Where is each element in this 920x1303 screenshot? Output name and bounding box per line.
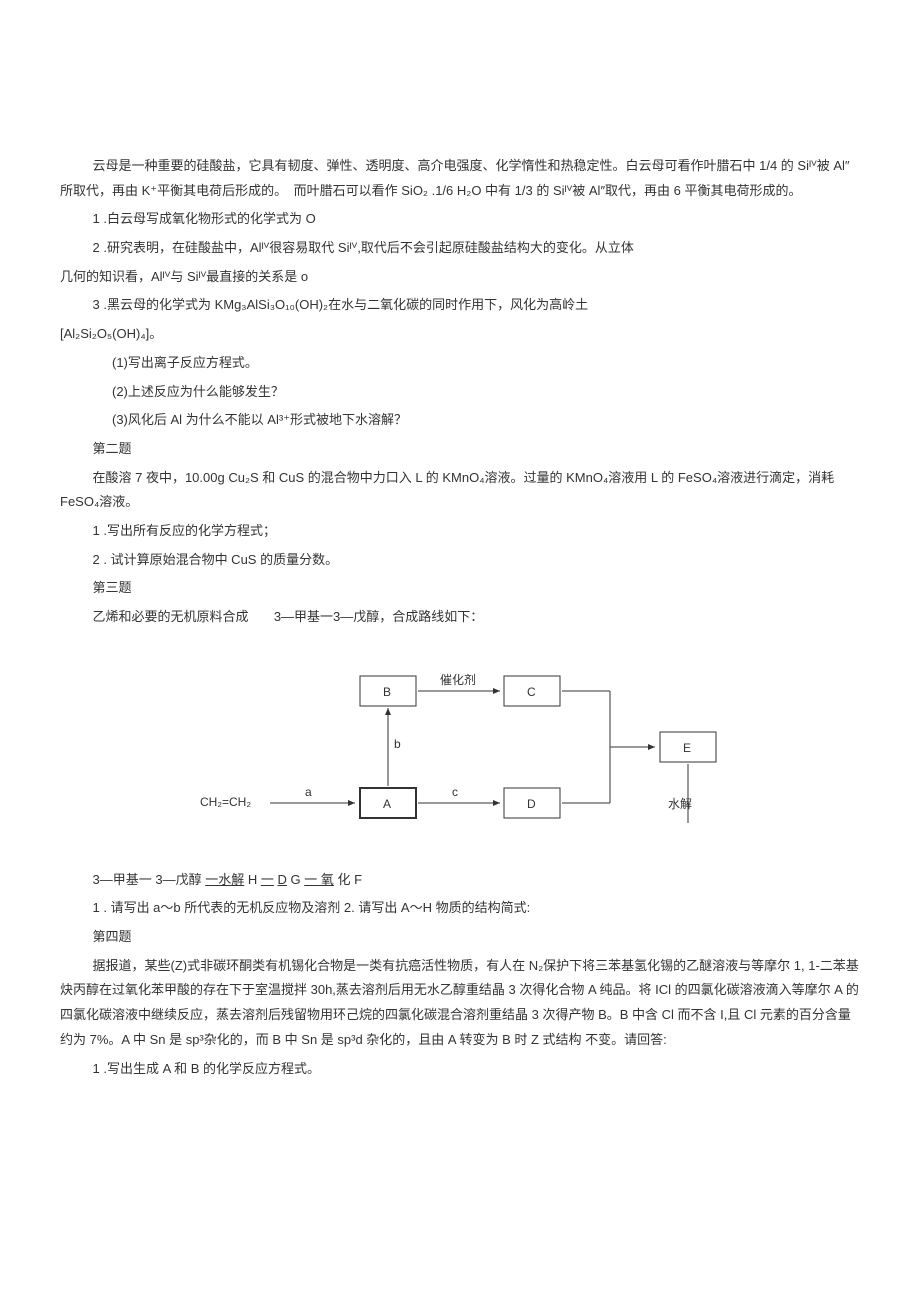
q2-item1: 1 .写出所有反应的化学方程式； bbox=[60, 519, 860, 544]
synthesis-diagram: CH₂=CH₂ a A b B 催化剂 C c D E bbox=[180, 648, 740, 848]
q3-chain-F: F bbox=[354, 872, 362, 887]
diagram-label-cat: 催化剂 bbox=[440, 672, 476, 687]
q3-chain-H: H bbox=[248, 872, 257, 887]
diagram-left-label: CH₂=CH₂ bbox=[200, 795, 251, 809]
q3-chain-u1: 一水解 bbox=[205, 872, 244, 887]
q2-para: 在酸溶 7 夜中，10.00g Cu₂S 和 CuS 的混合物中力口入 L 的 … bbox=[60, 466, 860, 515]
q3-chain-G: G bbox=[291, 872, 301, 887]
q3-chain-D: D bbox=[278, 872, 287, 887]
q3-intro-compound: 3—甲基一3—戊醇，合成路线如下： bbox=[274, 609, 483, 624]
intro-para: 云母是一种重要的硅酸盐，它具有韧度、弹性、透明度、高介电强度、化学惰性和热稳定性… bbox=[60, 154, 860, 203]
q3-heading: 第三题 bbox=[60, 576, 860, 601]
q3-chain-u2: 一 bbox=[261, 872, 274, 887]
diagram-label-hydro: 水解 bbox=[668, 797, 692, 811]
diagram-E-text: E bbox=[683, 741, 691, 755]
diagram-B-text: B bbox=[383, 685, 391, 699]
diagram-A-text: A bbox=[383, 797, 391, 811]
q2-item2: 2 . 试计算原始混合物中 CuS 的质量分数。 bbox=[60, 548, 860, 573]
q3-item1: 1 . 请写出 a〜b 所代表的无机反应物及溶剂 2. 请写出 A〜H 物质的结… bbox=[60, 896, 860, 921]
q4-item1: 1 .写出生成 A 和 B 的化学反应方程式。 bbox=[60, 1057, 860, 1082]
item-1-3: 3 .黑云母的化学式为 KMg₃AlSi₃O₁₀(OH)₂在水与二氧化碳的同时作… bbox=[60, 293, 860, 318]
item-1-3-2: (2)上述反应为什么能够发生？ bbox=[60, 380, 860, 405]
diagram-D-text: D bbox=[527, 797, 536, 811]
q3-chain-u3: 一 氧 bbox=[304, 872, 334, 887]
document-page: 云母是一种重要的硅酸盐，它具有韧度、弹性、透明度、高介电强度、化学惰性和热稳定性… bbox=[0, 0, 920, 1303]
diagram-label-a: a bbox=[305, 785, 312, 799]
q3-intro: 乙烯和必要的无机原料合成 3—甲基一3—戊醇，合成路线如下： bbox=[60, 605, 860, 630]
diagram-C-text: C bbox=[527, 685, 536, 699]
q2-heading: 第二题 bbox=[60, 437, 860, 462]
q4-heading: 第四题 bbox=[60, 925, 860, 950]
item-1-1: 1 .白云母写成氧化物形式的化学式为 O bbox=[60, 207, 860, 232]
item-1-2a: 2 .研究表明，在硅酸盐中，Alᴵⱽ很容易取代 Siᴵⱽ,取代后不会引起原硅酸盐… bbox=[60, 236, 860, 261]
item-1-3-3: (3)风化后 Al 为什么不能以 Al³⁺形式被地下水溶解？ bbox=[60, 408, 860, 433]
q3-chain-hua: 化 bbox=[338, 872, 351, 887]
item-1-3-1: (1)写出离子反应方程式。 bbox=[60, 351, 860, 376]
q4-para: 据报道，某些(Z)式非碳环酮类有机锡化合物是一类有抗癌活性物质，有人在 N₂保护… bbox=[60, 954, 860, 1053]
diagram-label-c: c bbox=[452, 785, 458, 799]
q3-chain-start: 3—甲基一 3—戊醇 bbox=[93, 872, 202, 887]
q3-intro-text: 乙烯和必要的无机原料合成 bbox=[93, 609, 249, 624]
item-1-2b: 几何的知识看，Alᴵⱽ与 Siᴵⱽ最直接的关系是 o bbox=[60, 265, 860, 290]
q3-chain: 3—甲基一 3—戊醇 一水解 H 一 D G 一 氧 化 F bbox=[60, 868, 860, 893]
diagram-label-b: b bbox=[394, 737, 401, 751]
item-1-formula: [Al₂Si₂O₅(OH)₄]。 bbox=[60, 322, 860, 347]
